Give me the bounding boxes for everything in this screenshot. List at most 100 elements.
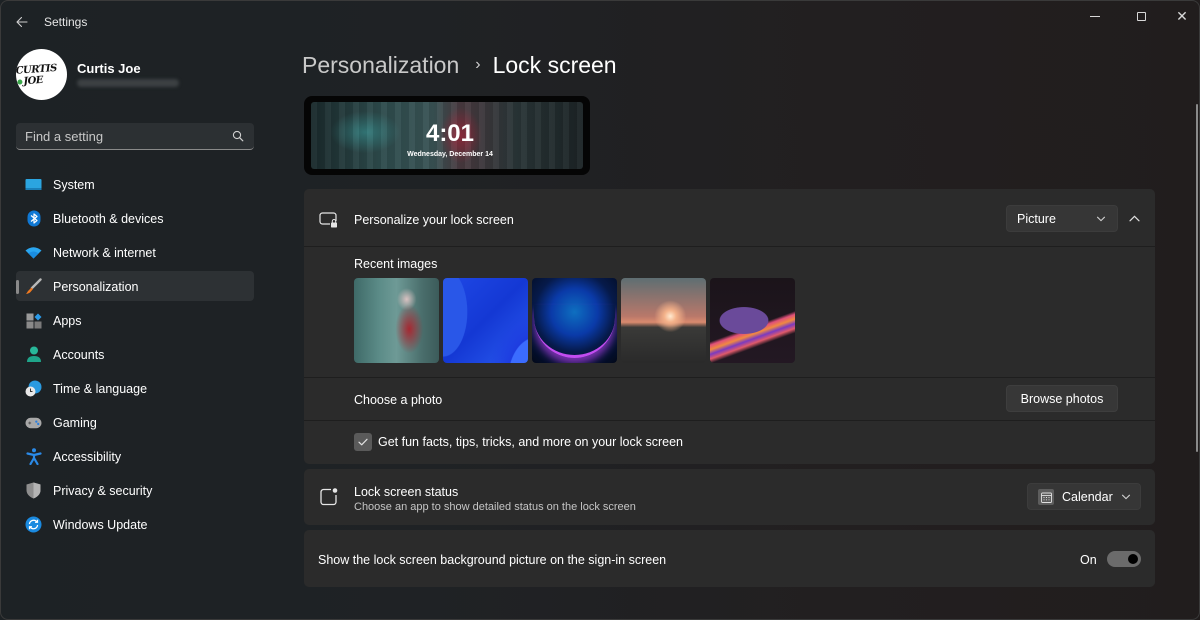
recent-images-label: Recent images [354, 257, 438, 271]
search-input[interactable] [16, 123, 226, 149]
bluetooth-icon [25, 210, 42, 227]
chevron-down-icon [1096, 216, 1106, 222]
user-email-redacted [77, 79, 179, 87]
personalize-title: Personalize your lock screen [354, 213, 514, 227]
breadcrumb: Personalization › Lock screen [302, 52, 617, 79]
lock-screen-status-card: Lock screen status Choose an app to show… [304, 469, 1155, 525]
chevron-right-icon: › [475, 55, 481, 73]
close-icon: ✕ [1176, 8, 1188, 24]
avatar-text-left: CURTIS [16, 62, 58, 77]
update-icon [25, 516, 42, 533]
preview-time: 4:01 [425, 120, 475, 147]
sidebar-item-label: Time & language [53, 382, 148, 396]
sidebar-item-apps[interactable]: Apps [16, 305, 254, 335]
sidebar-item-gaming[interactable]: Gaming [16, 407, 254, 437]
divider [304, 420, 1155, 421]
sidebar-item-bluetooth[interactable]: Bluetooth & devices [16, 203, 254, 233]
avatar-logo: CURTIS JOE [16, 62, 67, 88]
recent-images-list [354, 278, 795, 363]
sidebar-nav: System Bluetooth & devices Network & int… [16, 169, 254, 543]
signin-background-card: Show the lock screen background picture … [304, 530, 1155, 587]
paintbrush-icon [25, 278, 42, 295]
fun-facts-checkbox[interactable] [354, 433, 372, 451]
sidebar-item-label: Gaming [53, 416, 97, 430]
sidebar-item-label: Accounts [53, 348, 105, 362]
sidebar-item-label: Network & internet [53, 246, 156, 260]
checkmark-icon [358, 438, 368, 446]
back-button[interactable] [11, 11, 33, 33]
main-scrollbar[interactable] [1196, 104, 1198, 452]
status-badge-icon [320, 488, 338, 506]
title-bar: Settings ✕ [1, 1, 1199, 43]
minimize-icon [1090, 15, 1100, 17]
recent-image-thumbnail[interactable] [710, 278, 795, 363]
collapse-button[interactable] [1123, 207, 1145, 229]
settings-window: Settings ✕ CURTIS JOE Curtis Joe System … [0, 0, 1200, 620]
search-box[interactable] [16, 123, 254, 150]
sidebar-item-label: System [53, 178, 95, 192]
wifi-icon [25, 244, 42, 261]
background-type-dropdown[interactable]: Picture [1006, 205, 1118, 232]
recent-image-thumbnail[interactable] [443, 278, 528, 363]
avatar-dot-icon [17, 78, 23, 85]
avatar-text-right: JOE [23, 74, 44, 87]
user-name: Curtis Joe [77, 61, 141, 76]
lock-screen-preview: 4:01 Wednesday, December 14 [304, 96, 590, 175]
dropdown-value: Calendar [1062, 490, 1113, 504]
person-icon [25, 346, 42, 363]
accessibility-icon [25, 448, 42, 465]
sidebar-item-label: Personalization [53, 280, 139, 294]
personalize-lock-screen-card: Personalize your lock screen Picture Rec… [304, 189, 1155, 464]
divider [304, 377, 1155, 378]
sidebar-item-network[interactable]: Network & internet [16, 237, 254, 267]
lock-screen-icon [319, 212, 338, 228]
browse-photos-button[interactable]: Browse photos [1006, 385, 1118, 412]
apps-icon [25, 312, 42, 329]
sidebar-item-personalization[interactable]: Personalization [16, 271, 254, 301]
search-icon[interactable] [232, 130, 244, 142]
sidebar-item-label: Apps [53, 314, 82, 328]
maximize-button[interactable] [1118, 5, 1164, 27]
sidebar-item-label: Privacy & security [53, 484, 153, 498]
page-title: Lock screen [492, 52, 617, 78]
recent-image-thumbnail[interactable] [621, 278, 706, 363]
arrow-left-icon [16, 16, 28, 28]
sidebar-item-label: Bluetooth & devices [53, 212, 164, 226]
preview-date: Wednesday, December 14 [407, 151, 493, 158]
choose-photo-label: Choose a photo [354, 393, 443, 407]
globe-clock-icon [25, 380, 42, 397]
sidebar-item-privacy[interactable]: Privacy & security [16, 475, 254, 505]
breadcrumb-parent-link[interactable]: Personalization [302, 52, 459, 79]
dropdown-value: Picture [1017, 212, 1056, 226]
lock-screen-status-subtitle: Choose an app to show detailed status on… [354, 501, 636, 513]
sidebar-item-accessibility[interactable]: Accessibility [16, 441, 254, 471]
avatar[interactable]: CURTIS JOE [16, 49, 67, 100]
sidebar-item-label: Windows Update [53, 518, 148, 532]
preview-wallpaper-image: 4:01 Wednesday, December 14 [311, 102, 583, 169]
toggle-knob [1128, 554, 1138, 564]
fun-facts-label: Get fun facts, tips, tricks, and more on… [378, 435, 683, 449]
calendar-icon [1038, 489, 1054, 505]
divider [304, 246, 1155, 247]
gamepad-icon [25, 414, 42, 431]
signin-background-toggle[interactable] [1107, 551, 1141, 567]
chevron-down-icon [1121, 494, 1131, 500]
signin-background-title: Show the lock screen background picture … [318, 553, 667, 567]
recent-image-thumbnail[interactable] [532, 278, 617, 363]
close-button[interactable]: ✕ [1164, 5, 1199, 27]
chevron-up-icon [1128, 214, 1140, 221]
sidebar-item-windows-update[interactable]: Windows Update [16, 509, 254, 539]
shield-icon [25, 482, 42, 499]
monitor-icon [25, 176, 42, 193]
maximize-icon [1136, 11, 1146, 21]
app-title: Settings [44, 15, 88, 29]
toggle-state-label: On [1080, 553, 1097, 567]
minimize-button[interactable] [1072, 5, 1118, 27]
lock-screen-status-title: Lock screen status [354, 485, 459, 499]
sidebar-item-label: Accessibility [53, 450, 122, 464]
sidebar-item-time-language[interactable]: Time & language [16, 373, 254, 403]
sidebar-item-accounts[interactable]: Accounts [16, 339, 254, 369]
sidebar-item-system[interactable]: System [16, 169, 254, 199]
status-app-dropdown[interactable]: Calendar [1027, 483, 1141, 510]
recent-image-thumbnail[interactable] [354, 278, 439, 363]
